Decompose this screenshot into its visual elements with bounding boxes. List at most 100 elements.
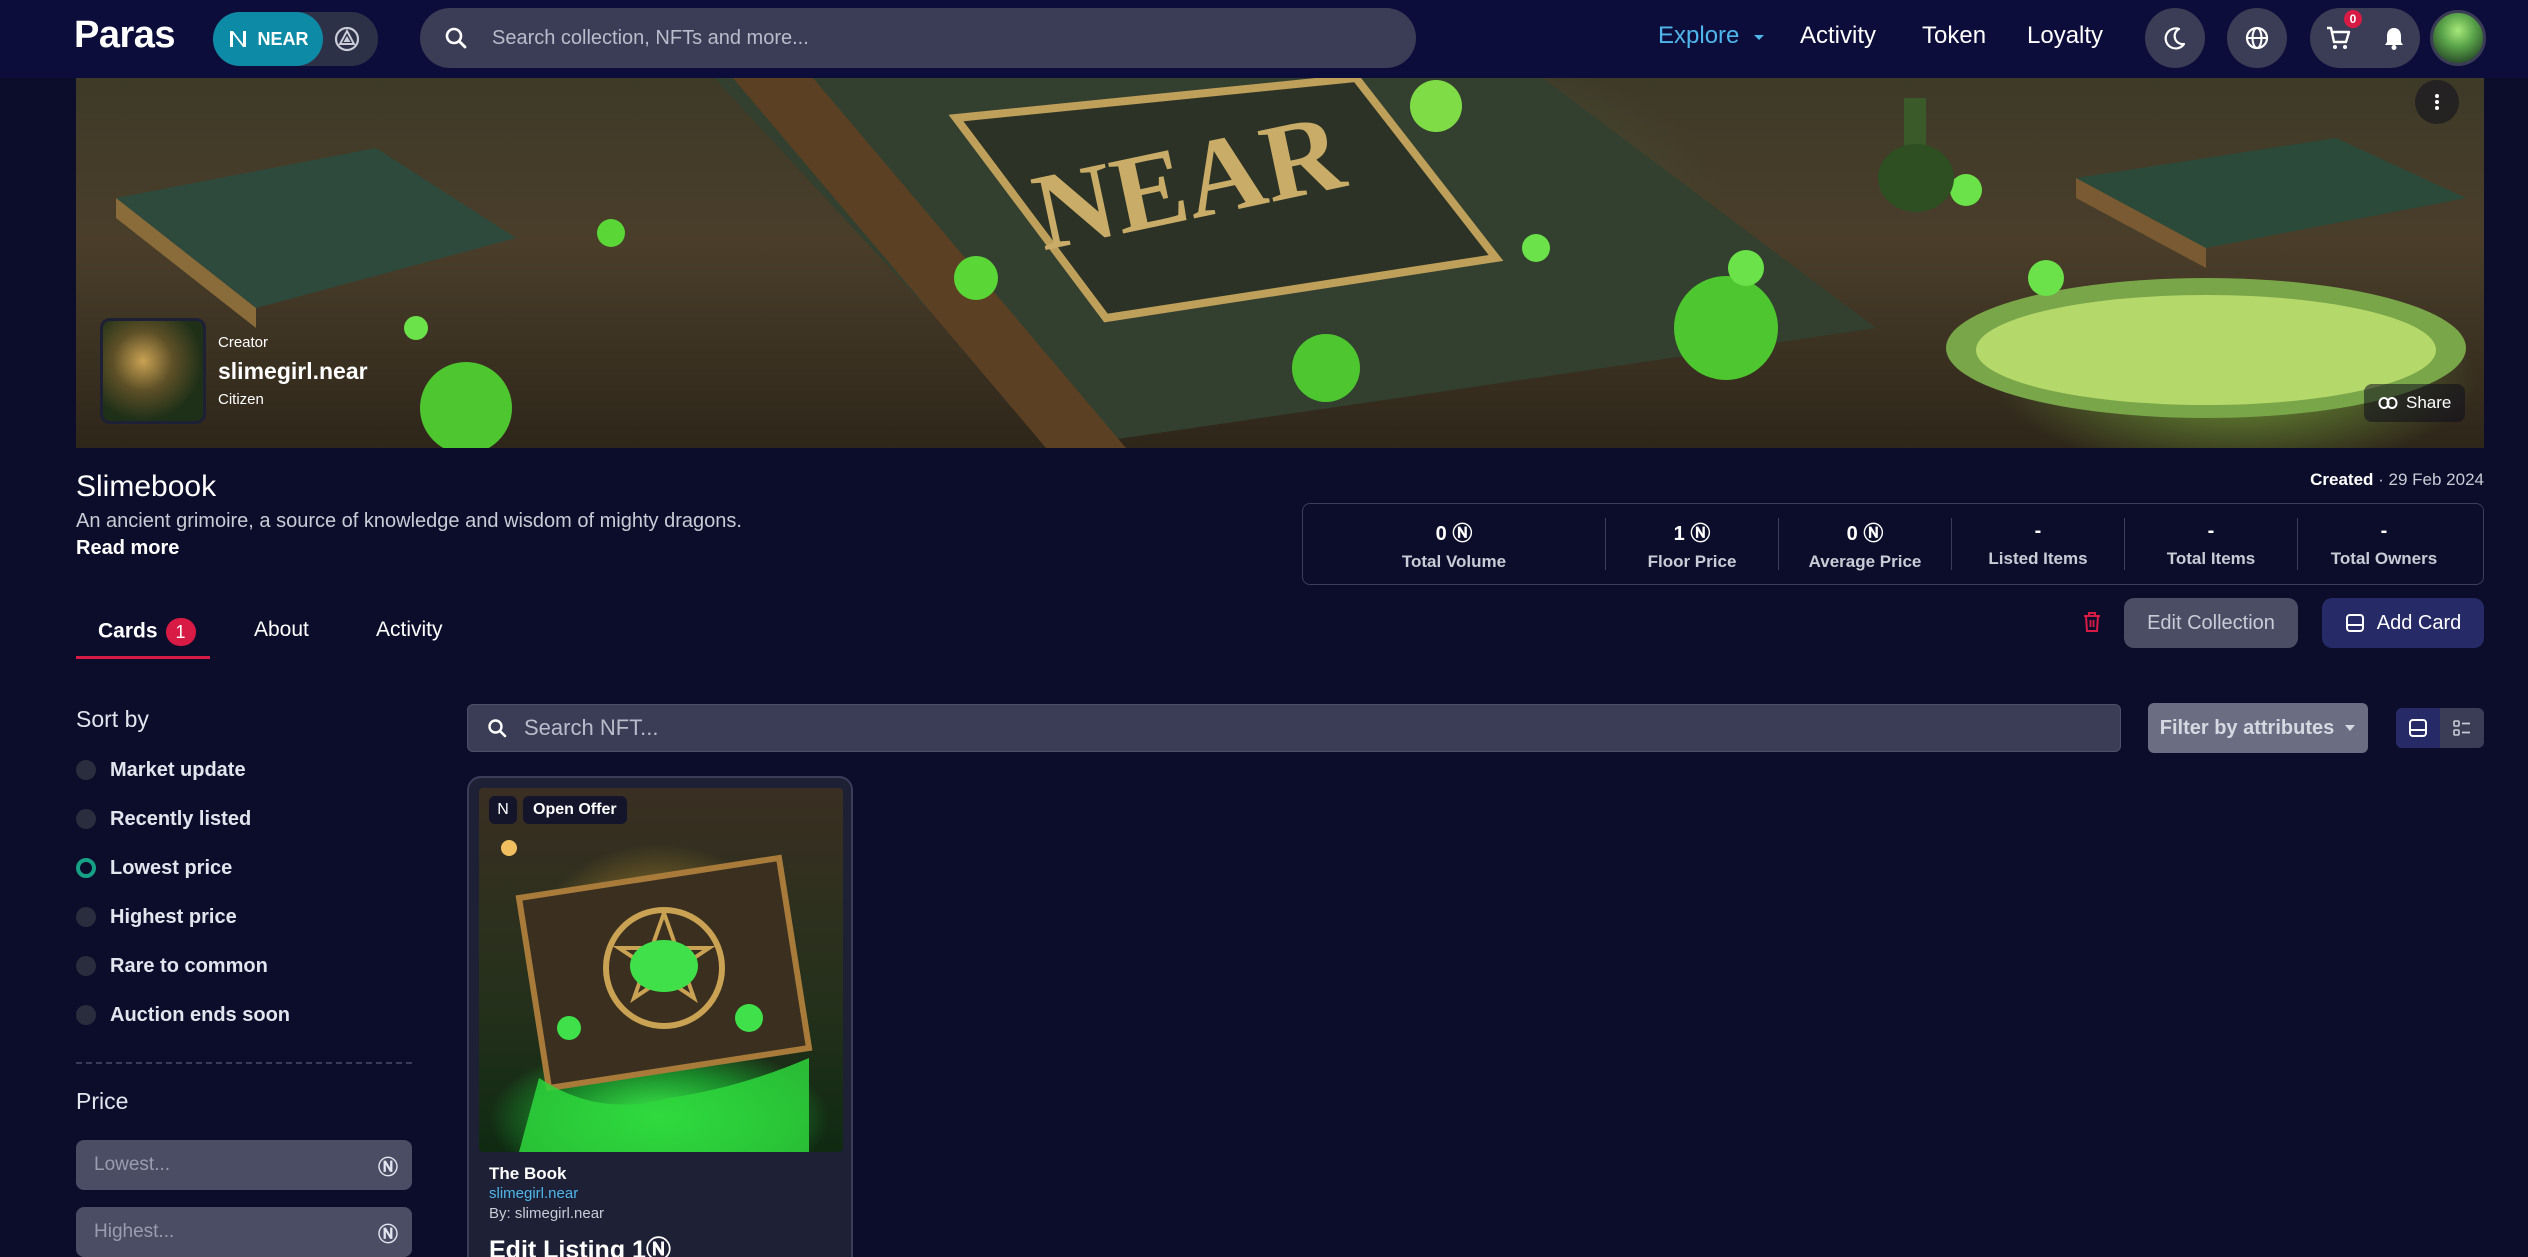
nav-loyalty[interactable]: Loyalty bbox=[2027, 22, 2103, 50]
sort-option-auction-ends-soon[interactable]: Auction ends soon bbox=[76, 1000, 290, 1030]
radio-button[interactable] bbox=[76, 907, 96, 927]
sort-option-label: Rare to common bbox=[110, 954, 268, 977]
stat-total-owners: - Total Owners bbox=[2298, 504, 2470, 584]
read-more-link[interactable]: Read more bbox=[76, 537, 179, 560]
price-min-input[interactable] bbox=[94, 1154, 354, 1176]
nft-artwork bbox=[501, 840, 813, 1152]
grid-view-button[interactable] bbox=[2396, 708, 2440, 748]
cards-count-badge: 1 bbox=[165, 618, 196, 646]
theme-toggle-button[interactable] bbox=[2145, 8, 2205, 68]
stat-label: Floor Price bbox=[1647, 551, 1737, 571]
sort-option-recently-listed[interactable]: Recently listed bbox=[76, 804, 251, 834]
edit-collection-button[interactable]: Edit Collection bbox=[2124, 598, 2298, 648]
near-currency-icon: Ⓝ bbox=[378, 1156, 398, 1179]
price-max-input[interactable] bbox=[94, 1221, 354, 1243]
sort-option-label: Market update bbox=[110, 758, 246, 781]
creator-thumbnail[interactable] bbox=[100, 318, 206, 424]
cart-icon[interactable] bbox=[2324, 24, 2352, 52]
paras-logo[interactable]: Paras bbox=[74, 14, 176, 57]
radio-button[interactable] bbox=[76, 760, 96, 780]
user-avatar[interactable] bbox=[2430, 10, 2486, 66]
nft-card-image[interactable]: N Open Offer bbox=[479, 788, 843, 1152]
card-view-icon bbox=[2409, 719, 2427, 737]
creator-label: Creator bbox=[218, 334, 269, 351]
share-label: Share bbox=[2406, 393, 2452, 412]
creator-role: Citizen bbox=[218, 391, 264, 408]
collection-banner: NEAR Creator slimegirl.near Citizen Shar… bbox=[76, 78, 2484, 448]
chain-near-option[interactable]: NEAR bbox=[213, 12, 323, 66]
bell-icon[interactable] bbox=[2382, 25, 2406, 51]
link-icon bbox=[2378, 397, 2398, 409]
chevron-down-icon bbox=[1754, 34, 1765, 40]
nft-search-input[interactable] bbox=[524, 715, 2084, 741]
sort-option-highest-price[interactable]: Highest price bbox=[76, 902, 237, 932]
collection-description: An ancient grimoire, a source of knowled… bbox=[76, 510, 742, 532]
share-button[interactable]: Share bbox=[2364, 384, 2466, 422]
add-card-button[interactable]: Add Card bbox=[2322, 598, 2484, 648]
tab-about[interactable]: About bbox=[254, 618, 309, 642]
sort-option-label: Auction ends soon bbox=[110, 1003, 290, 1026]
sort-option-market-update[interactable]: Market update bbox=[76, 755, 246, 785]
moon-icon bbox=[2164, 27, 2186, 50]
stat-floor-price: 1 Ⓝ Floor Price bbox=[1606, 504, 1778, 584]
stat-total-items: - Total Items bbox=[2125, 504, 2297, 584]
nft-title[interactable]: The Book bbox=[489, 1164, 566, 1184]
chevron-down-icon bbox=[2345, 725, 2356, 731]
near-chain-icon: N bbox=[489, 796, 517, 824]
nft-collection-link[interactable]: slimegirl.near bbox=[489, 1185, 578, 1202]
edit-listing-button[interactable]: Edit Listing 1Ⓝ bbox=[489, 1230, 671, 1257]
stat-label: Total Owners bbox=[2330, 548, 2438, 568]
stat-label: Listed Items bbox=[1988, 548, 2088, 568]
active-tab-indicator bbox=[76, 656, 210, 659]
price-min-field[interactable]: Ⓝ bbox=[76, 1140, 412, 1190]
stat-average-price: 0 Ⓝ Average Price bbox=[1779, 504, 1951, 584]
nft-search-bar[interactable] bbox=[467, 704, 2121, 752]
sidebar-divider bbox=[76, 1062, 412, 1064]
list-view-button[interactable] bbox=[2440, 708, 2484, 748]
add-card-label: Add Card bbox=[2376, 611, 2462, 634]
nft-card[interactable]: N Open Offer The Book slimegirl.near By:… bbox=[467, 776, 853, 1257]
price-max-field[interactable]: Ⓝ bbox=[76, 1207, 412, 1257]
radio-button[interactable] bbox=[76, 956, 96, 976]
stat-value: 1 Ⓝ bbox=[1673, 522, 1711, 545]
stat-value: - bbox=[2380, 519, 2388, 542]
open-offer-tag: Open Offer bbox=[523, 796, 627, 824]
global-search-input[interactable] bbox=[492, 26, 1392, 50]
global-search-bar[interactable] bbox=[420, 8, 1416, 68]
nav-activity[interactable]: Activity bbox=[1800, 22, 1876, 50]
created-value: 29 Feb 2024 bbox=[2388, 470, 2484, 489]
nav-token[interactable]: Token bbox=[1922, 22, 1986, 50]
more-options-button[interactable] bbox=[2415, 80, 2459, 124]
nav-explore[interactable]: Explore bbox=[1658, 22, 1766, 50]
sort-option-lowest-price[interactable]: Lowest price bbox=[76, 853, 232, 883]
nft-creator: By: slimegirl.near bbox=[489, 1205, 605, 1222]
sort-option-label: Lowest price bbox=[110, 856, 233, 879]
search-icon bbox=[442, 24, 470, 52]
near-logo-icon bbox=[230, 31, 247, 47]
stat-label: Total Volume bbox=[1401, 551, 1507, 571]
tab-cards[interactable]: Cards 1 bbox=[98, 618, 196, 646]
sort-option-label: Recently listed bbox=[110, 807, 252, 830]
chain-other-option[interactable] bbox=[331, 23, 363, 55]
tab-activity[interactable]: Activity bbox=[376, 618, 443, 642]
language-button[interactable] bbox=[2227, 8, 2287, 68]
radio-button[interactable] bbox=[76, 809, 96, 829]
stat-value: 0 Ⓝ bbox=[1435, 522, 1473, 545]
delete-collection-button[interactable] bbox=[2078, 608, 2106, 636]
trash-icon bbox=[2084, 612, 2100, 632]
view-mode-toggle bbox=[2396, 708, 2484, 748]
nav-explore-label: Explore bbox=[1658, 22, 1740, 49]
radio-button[interactable] bbox=[76, 1005, 96, 1025]
filter-by-attributes-button[interactable]: Filter by attributes bbox=[2148, 703, 2368, 753]
chain-switch[interactable]: NEAR bbox=[213, 12, 378, 66]
banner-artwork: NEAR bbox=[116, 78, 2466, 448]
collection-title: Slimebook bbox=[76, 470, 217, 503]
collection-stats: 0 Ⓝ Total Volume 1 Ⓝ Floor Price 0 Ⓝ Ave… bbox=[1302, 503, 2484, 585]
filter-label: Filter by attributes bbox=[2159, 716, 2335, 739]
radio-button-selected[interactable] bbox=[76, 858, 96, 878]
creator-name[interactable]: slimegirl.near bbox=[218, 358, 368, 385]
sort-option-label: Highest price bbox=[110, 905, 237, 928]
created-date: Created · 29 Feb 2024 bbox=[2310, 470, 2484, 489]
sort-option-rare-to-common[interactable]: Rare to common bbox=[76, 951, 268, 981]
globe-icon bbox=[2245, 26, 2269, 50]
